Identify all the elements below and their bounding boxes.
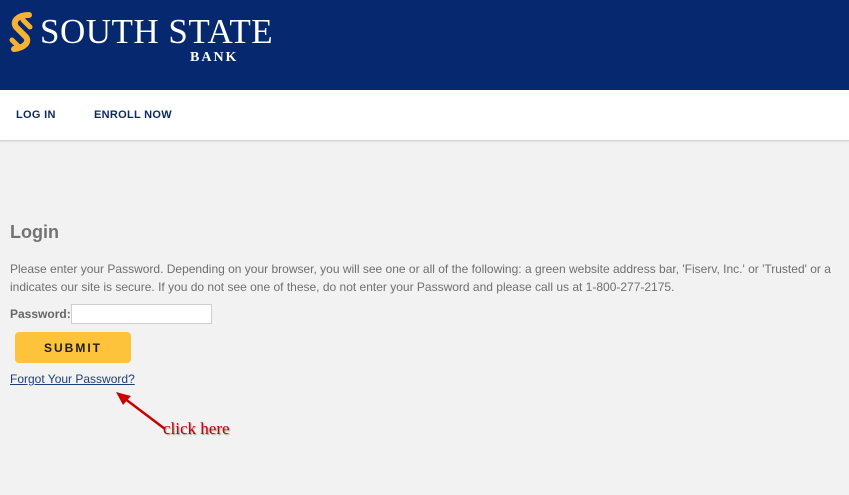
bank-logo-icon (9, 12, 33, 52)
login-description: Please enter your Password. Depending on… (10, 260, 849, 296)
password-input[interactable] (71, 304, 212, 324)
brand-subtitle: BANK (190, 50, 239, 65)
description-line-1: Please enter your Password. Depending on… (10, 262, 831, 276)
password-label: Password: (10, 307, 71, 321)
annotation-click-here: click here (163, 419, 230, 438)
description-line-2: indicates our site is secure. If you do … (10, 280, 675, 294)
site-header: SOUTH STATE BANK (0, 0, 849, 90)
brand-name: SOUTH STATE (40, 12, 274, 51)
nav-log-in[interactable]: LOG IN (16, 109, 56, 121)
nav-enroll-now[interactable]: ENROLL NOW (94, 109, 172, 121)
page-title: Login (10, 222, 59, 242)
arrow-icon (116, 392, 166, 430)
top-nav: LOG IN ENROLL NOW (0, 90, 849, 141)
submit-button[interactable]: SUBMIT (15, 332, 131, 363)
forgot-password-link[interactable]: Forgot Your Password? (10, 372, 135, 386)
